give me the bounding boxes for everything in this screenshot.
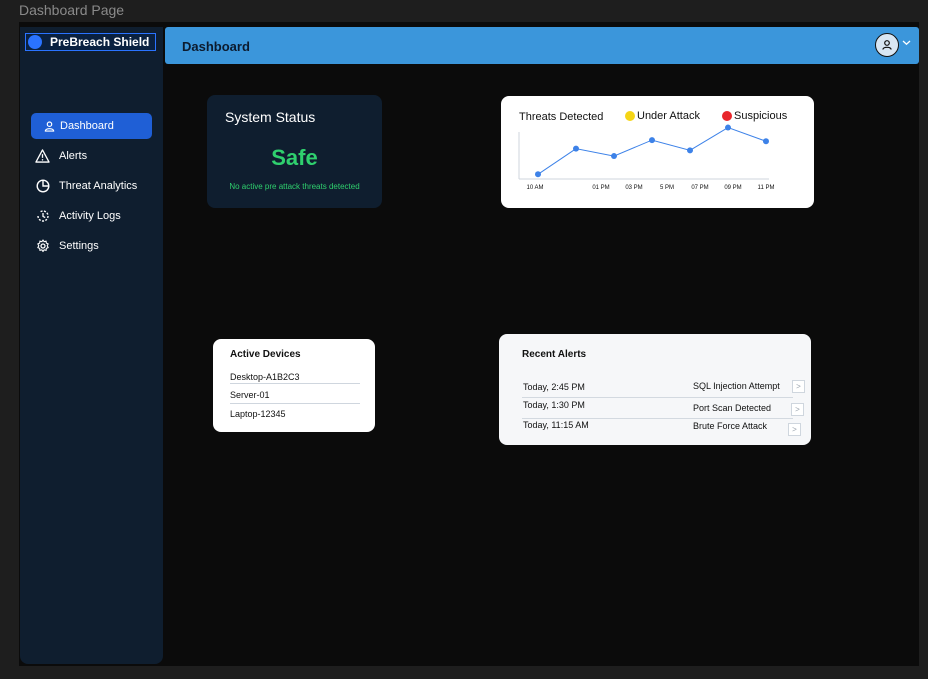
- page-title: Dashboard: [182, 39, 250, 54]
- x-tick-label: 07 PM: [691, 185, 708, 191]
- device-item[interactable]: Desktop-A1B2C3: [230, 372, 360, 382]
- data-point: [573, 145, 579, 152]
- x-tick-label: 03 PM: [625, 185, 642, 191]
- sidebar-item-settings[interactable]: Settings: [31, 233, 152, 259]
- device-item[interactable]: Laptop-12345: [230, 409, 360, 419]
- x-tick-label: 11 PM: [758, 185, 775, 191]
- recent-alerts-card: Recent Alerts Today, 2:45 PM SQL Injecti…: [499, 334, 811, 445]
- top-bar: Dashboard: [165, 27, 919, 64]
- alert-name: SQL Injection Attempt: [693, 381, 780, 391]
- gear-icon: [35, 239, 50, 254]
- status-value: Safe: [271, 145, 318, 170]
- sidebar-item-dashboard[interactable]: Dashboard: [31, 113, 152, 139]
- page-label: Dashboard Page: [19, 2, 125, 18]
- shield-icon: [28, 35, 42, 49]
- data-point: [649, 137, 655, 144]
- data-point: [725, 124, 731, 131]
- chevron-down-icon[interactable]: [902, 39, 911, 46]
- sidebar-item-label: Alerts: [59, 150, 88, 162]
- data-point: [611, 153, 617, 160]
- card-title: System Status: [225, 109, 316, 125]
- data-point: [535, 171, 541, 178]
- user-icon: [43, 119, 55, 134]
- x-tick-label: 09 PM: [724, 185, 741, 191]
- sidebar-nav: Dashboard Alerts Threat Analytics Activi…: [20, 113, 163, 263]
- sidebar-item-alerts[interactable]: Alerts: [31, 143, 152, 169]
- alert-open-button[interactable]: >: [791, 403, 804, 416]
- x-tick-label: 5 PM: [660, 185, 674, 191]
- alert-name: Port Scan Detected: [693, 403, 772, 413]
- alert-open-button[interactable]: >: [792, 380, 805, 393]
- sidebar-item-label: Settings: [59, 240, 99, 252]
- series-line: [537, 127, 767, 175]
- active-devices-card: Active Devices Desktop-A1B2C3 Server-01 …: [213, 339, 375, 432]
- user-icon: [882, 40, 892, 50]
- alert-time: Today, 1:30 PM: [523, 400, 585, 410]
- sidebar-item-label: Threat Analytics: [59, 180, 138, 192]
- threats-line-chart: 10 AM 01 PM 03 PM 5 PM 07 PM 09 PM 11 PM: [518, 124, 775, 191]
- alert-name: Brute Force Attack: [693, 421, 768, 431]
- x-tick-label: 01 PM: [592, 185, 609, 191]
- status-description: No active pre attack threats detected: [229, 182, 360, 191]
- system-status-card: System Status Safe No active pre attack …: [207, 95, 382, 208]
- sidebar-item-label: Dashboard: [60, 120, 114, 132]
- warning-icon: [35, 149, 50, 164]
- sidebar-item-label: Activity Logs: [59, 210, 121, 222]
- history-icon: [35, 209, 50, 224]
- divider: [522, 418, 793, 419]
- data-point: [687, 147, 693, 154]
- alert-open-button[interactable]: >: [788, 423, 801, 436]
- sidebar-item-threat-analytics[interactable]: Threat Analytics: [31, 173, 152, 199]
- card-title: Recent Alerts: [522, 349, 587, 360]
- x-tick-label: 10 AM: [526, 185, 543, 191]
- user-avatar-button[interactable]: [875, 33, 899, 57]
- divider: [230, 403, 360, 404]
- divider: [522, 397, 793, 398]
- alert-time: Today, 2:45 PM: [523, 382, 585, 392]
- data-point: [763, 138, 769, 145]
- sidebar: PreBreach Shield Dashboard Alerts Threat…: [20, 27, 163, 664]
- sidebar-item-activity-logs[interactable]: Activity Logs: [31, 203, 152, 229]
- threats-detected-card: Threats Detected Under Attack Suspicious…: [501, 96, 814, 208]
- device-item[interactable]: Server-01: [230, 390, 360, 400]
- app-logo-text: PreBreach Shield: [50, 35, 150, 49]
- alert-time: Today, 11:15 AM: [523, 420, 589, 430]
- app-logo[interactable]: PreBreach Shield: [25, 33, 156, 51]
- pie-chart-icon: [35, 179, 50, 194]
- divider: [230, 383, 360, 384]
- card-title: Active Devices: [230, 349, 301, 360]
